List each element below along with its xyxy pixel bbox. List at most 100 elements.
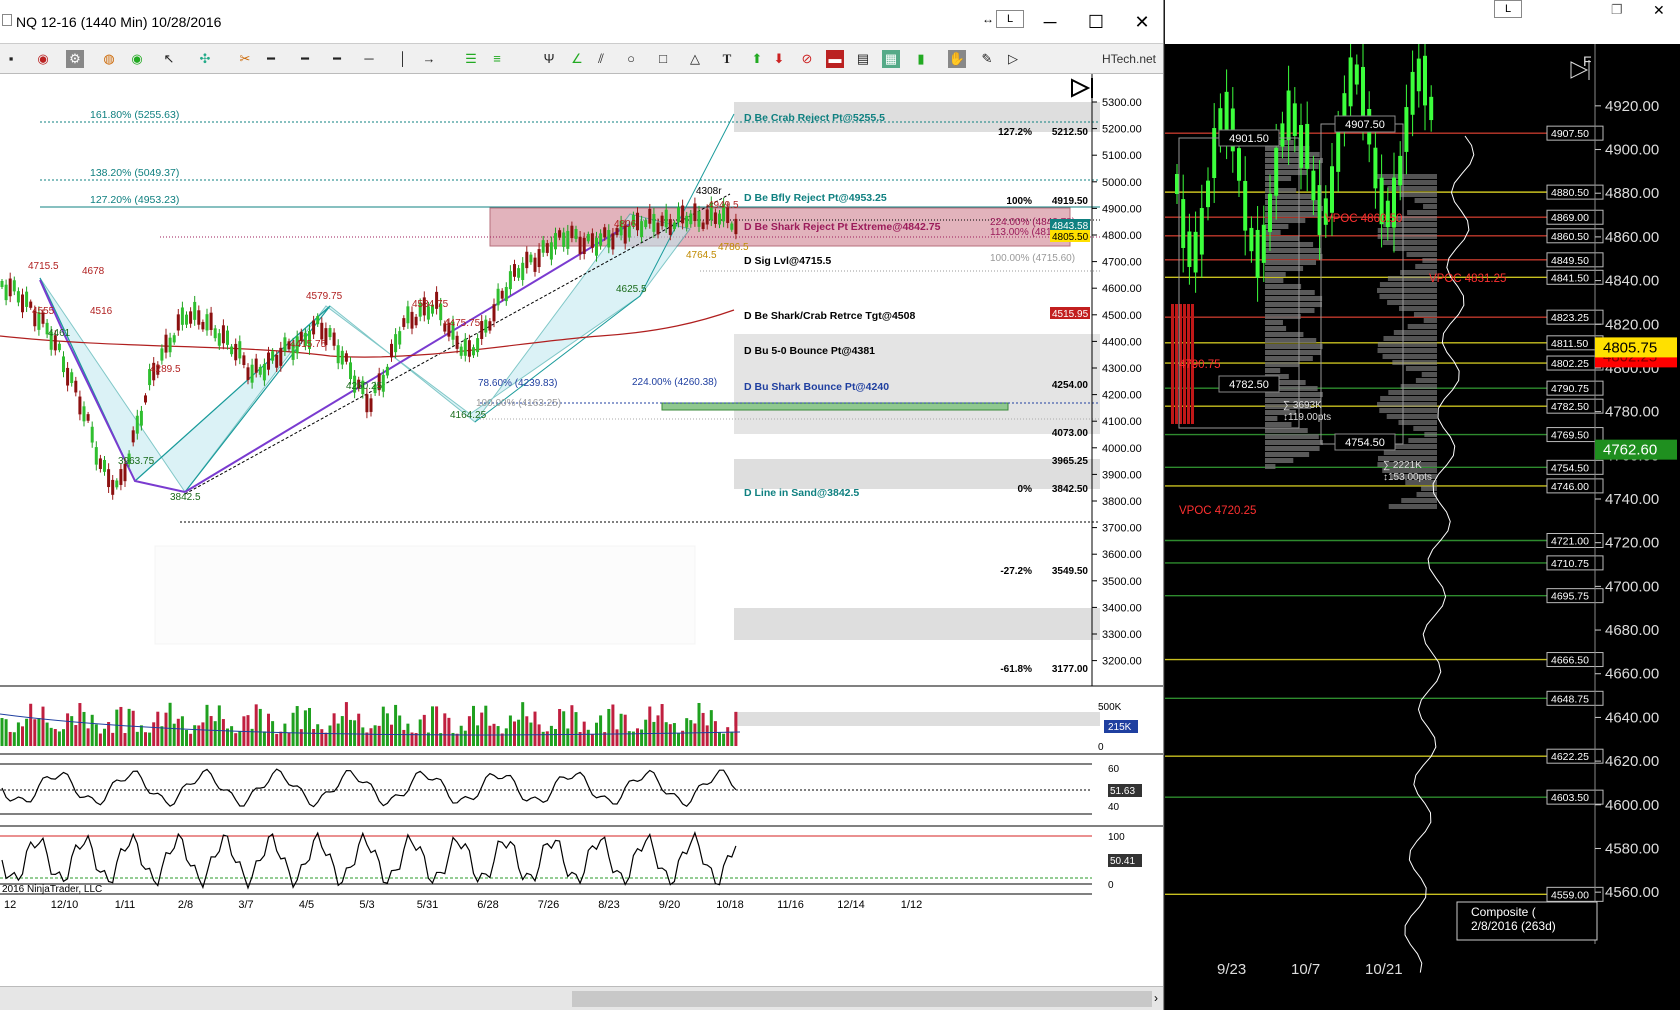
play-icon[interactable]: ▷ xyxy=(1004,50,1022,68)
level-tag: 4811.50 xyxy=(1551,338,1588,350)
right-close-button[interactable]: ✕ xyxy=(1653,2,1665,19)
scrollbar-thumb[interactable] xyxy=(572,991,1152,1007)
right-link-button[interactable]: L xyxy=(1494,0,1522,18)
price-tick-label: 3600.00 xyxy=(1102,549,1142,561)
extended-line-icon[interactable]: ━ xyxy=(328,50,346,68)
line-icon[interactable]: ━ xyxy=(262,50,280,68)
level-pct-label: 100% xyxy=(1006,196,1032,207)
fib-retracement-icon[interactable]: ☰ xyxy=(462,50,480,68)
pivot-label: 4516 xyxy=(90,306,113,317)
data-box-icon[interactable]: ◍ xyxy=(100,50,118,68)
fib-label: 161.80% (5255.63) xyxy=(90,109,179,121)
crosshair-icon[interactable]: ✣ xyxy=(196,50,214,68)
rectangle-icon[interactable]: □ xyxy=(654,50,672,68)
chart-style-icon[interactable]: ⚙ xyxy=(66,50,84,68)
volume-profile-canvas[interactable]: 4907.50 4880.50 4869.00 4860.50 4849.50 4841.… xyxy=(1165,44,1680,1010)
horizontal-scrollbar[interactable]: › xyxy=(0,986,1163,1010)
gann-fan-icon[interactable]: ∠ xyxy=(568,50,586,68)
pointer-icon[interactable]: ↖ xyxy=(160,50,178,68)
price-tick-label: 3300.00 xyxy=(1102,629,1142,641)
zone-3549-band xyxy=(734,608,1100,640)
pitchfork-icon[interactable]: Ψ xyxy=(540,50,558,68)
indicators-icon[interactable]: ▦ xyxy=(882,50,900,68)
fib-extension-icon[interactable]: ≡ xyxy=(488,50,506,68)
bar-icon[interactable]: ▬ xyxy=(826,50,844,68)
data-series-icon[interactable]: ▤ xyxy=(854,50,872,68)
ray-icon[interactable]: ━ xyxy=(296,50,314,68)
minimize-button[interactable]: ─ xyxy=(1036,8,1064,36)
alert-icon[interactable]: ✋ xyxy=(948,50,966,68)
price-tick-label: 3800.00 xyxy=(1102,496,1142,508)
rsi-axis-label: 40 xyxy=(1108,802,1120,813)
remove-drawings-icon[interactable]: ⊘ xyxy=(798,50,816,68)
price-tick-label: 4000.00 xyxy=(1102,443,1142,455)
resize-arrows-icon[interactable]: ↔ xyxy=(982,12,994,26)
date-tick-label: 8/23 xyxy=(598,899,619,911)
close-button[interactable]: ✕ xyxy=(1128,8,1156,36)
draw-pen-icon[interactable]: ✎ xyxy=(978,50,996,68)
chart-toolbar: ▪ ◉ ⚙ ◍ ◉ ↖ ✣ ✂ ━ ━ ━ ─ │ → ☰ ≡ Ψ ∠ ⫽ ○ … xyxy=(0,44,1163,74)
date-tick-label: 7/26 xyxy=(538,899,559,911)
eye-icon[interactable]: ◉ xyxy=(34,50,52,68)
scroll-right-icon[interactable]: › xyxy=(1154,991,1158,1005)
pivot-label: 4534.75 xyxy=(412,299,449,310)
vertical-line-icon[interactable]: │ xyxy=(394,50,412,68)
restore-button[interactable]: ❐ xyxy=(1611,2,1623,18)
visibility-icon[interactable]: ◉ xyxy=(128,50,146,68)
price-tick-label: 5000.00 xyxy=(1102,177,1142,189)
app-icon xyxy=(2,14,12,26)
window-titlebar[interactable]: NQ 12-16 (1440 Min) 10/28/2016 ↔ L ─ ☐ ✕ xyxy=(0,0,1163,44)
stats-label: ↕153.00pts xyxy=(1383,472,1432,483)
zone-label: D Be Crab Reject Pt@5255.5 xyxy=(744,112,885,124)
right-price-tick: 4580.00 xyxy=(1605,840,1659,857)
price-tick-label: 3900.00 xyxy=(1102,469,1142,481)
rsi-axis-label: 60 xyxy=(1108,764,1120,775)
date-tick-label: 5/31 xyxy=(417,899,438,911)
pivot-label: 4806 xyxy=(614,219,637,230)
level-tag: 4782.50 xyxy=(1551,401,1589,413)
chart-area[interactable]: D Be Crab Reject Pt@5255.5 D Be Bfly Reje… xyxy=(0,65,1164,1000)
maximize-button[interactable]: ☐ xyxy=(1082,8,1110,36)
date-tick-label: 4/5 xyxy=(299,899,314,911)
level-tag: 4790.75 xyxy=(1551,383,1589,395)
price-tick-label: 4300.00 xyxy=(1102,363,1142,375)
instrument-icon[interactable]: ▪ xyxy=(2,50,20,68)
level-tag: 4666.50 xyxy=(1551,655,1589,667)
arrow-line-icon[interactable]: → xyxy=(420,50,438,68)
channel-icon[interactable]: ⫽ xyxy=(592,50,610,68)
zone-label: D Bu 5-0 Bounce Pt@4381 xyxy=(744,345,875,357)
chart-canvas[interactable]: D Be Crab Reject Pt@5255.5 D Be Bfly Reje… xyxy=(0,65,1164,986)
pivot-label: 4461 xyxy=(48,328,71,339)
link-button[interactable]: L xyxy=(996,10,1024,28)
strategies-icon[interactable]: ▮ xyxy=(912,50,930,68)
date-tick-label: 6/28 xyxy=(477,899,498,911)
ellipse-icon[interactable]: ○ xyxy=(622,50,640,68)
level-tag: 4559.00 xyxy=(1551,889,1589,901)
level-pct-label: 127.2% xyxy=(998,127,1032,138)
level-pct-label: -27.2% xyxy=(1000,566,1032,577)
horizontal-line-icon[interactable]: ─ xyxy=(360,50,378,68)
current-price-tag: 4805.75 xyxy=(1603,339,1657,356)
price-tag-ma: 4515.95 xyxy=(1052,309,1089,320)
price-tick-label: 4200.00 xyxy=(1102,390,1142,402)
level-tag: 4849.50 xyxy=(1551,255,1589,267)
pivot-label: 4289.5 xyxy=(150,364,181,375)
pivot-label: 3963.75 xyxy=(118,456,155,467)
pivot-label: 4579.75 xyxy=(306,291,343,302)
right-price-tick: 4620.00 xyxy=(1605,753,1659,770)
date-tick-label: 11/16 xyxy=(777,899,804,911)
right-titlebar[interactable]: L ❐ ✕ xyxy=(1165,0,1680,44)
text-icon[interactable]: T xyxy=(718,50,736,68)
scissors-icon[interactable]: ✂ xyxy=(236,50,254,68)
price-tick-label: 4600.00 xyxy=(1102,283,1142,295)
level-tag: 4622.25 xyxy=(1551,751,1589,763)
right-price-tick: 4720.00 xyxy=(1605,535,1659,552)
triangle-icon[interactable]: △ xyxy=(686,50,704,68)
arrow-up-icon[interactable]: ⬆ xyxy=(748,50,766,68)
price-tag-current: 4805.50 xyxy=(1052,232,1089,243)
arrow-down-icon[interactable]: ⬇ xyxy=(770,50,788,68)
pivot-label: 4555 xyxy=(32,306,55,317)
level-tag: 4869.00 xyxy=(1551,212,1589,224)
price-tick-label: 4100.00 xyxy=(1102,416,1142,428)
right-date-tick: 9/23 xyxy=(1217,961,1246,978)
